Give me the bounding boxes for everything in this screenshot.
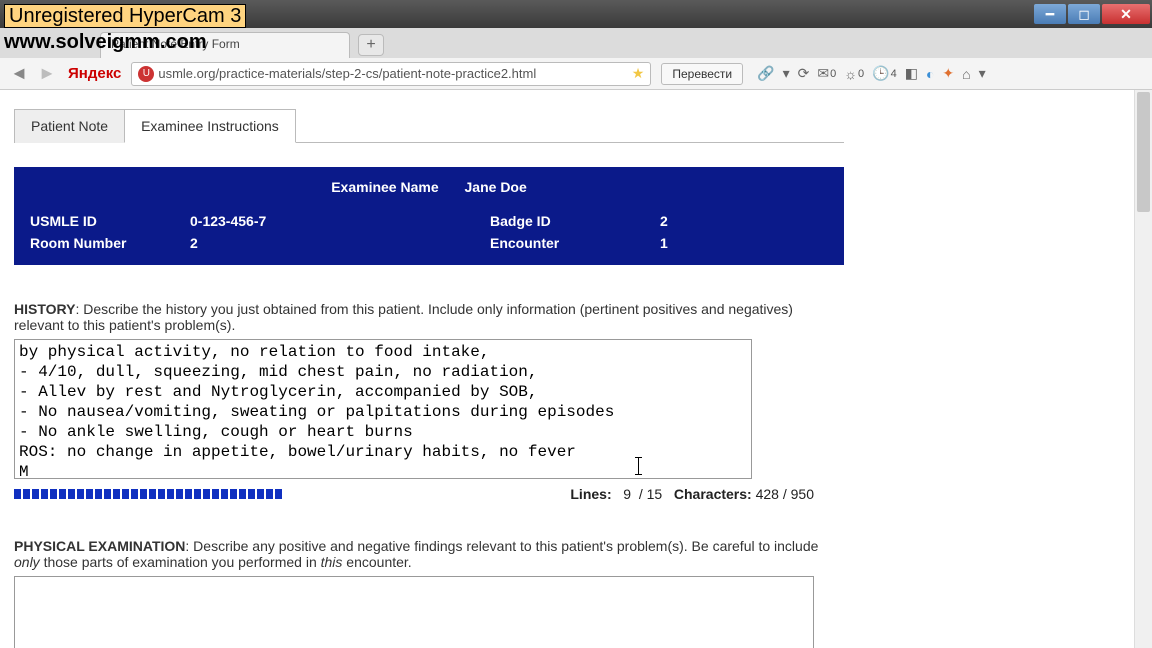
menu-dropdown-icon[interactable]: ▾ (979, 65, 986, 82)
link-icon[interactable]: 🔗 (757, 65, 774, 82)
history-desc: : Describe the history you just obtained… (14, 301, 793, 333)
physical-desc-a: : Describe any positive and negative fin… (185, 538, 818, 554)
browser-tab-strip: Patient Note Entry Form + (0, 28, 1152, 58)
chars-label: Characters: (674, 486, 752, 502)
address-bar-row: ◄ ► Яндекс U usmle.org/practice-material… (0, 58, 1152, 90)
badge-id-label: Badge ID (490, 213, 660, 229)
window-titlebar: ━ ◻ ✕ (0, 0, 1152, 28)
physical-desc-b: those parts of examination you performed… (40, 554, 321, 570)
physical-desc-only: only (14, 554, 40, 570)
page-content: Patient Note Examinee Instructions Exami… (0, 90, 1152, 648)
weather-icon[interactable]: ☼0 (844, 66, 864, 82)
physical-exam-section: PHYSICAL EXAMINATION: Describe any posit… (14, 538, 844, 648)
examinee-info-panel: Examinee Name Jane Doe USMLE ID 0-123-45… (14, 167, 844, 265)
physical-title: PHYSICAL EXAMINATION (14, 538, 185, 554)
physical-desc-this: this (321, 554, 343, 570)
extension-icon-1[interactable]: ◧ (905, 65, 918, 82)
extension-icon-2[interactable]: ◐ (926, 66, 934, 82)
window-close-button[interactable]: ✕ (1102, 4, 1150, 24)
physical-exam-textarea[interactable] (14, 576, 814, 648)
history-textarea[interactable] (14, 339, 752, 479)
yandex-logo[interactable]: Яндекс (68, 65, 121, 82)
browser-tab[interactable]: Patient Note Entry Form (100, 32, 350, 58)
examinee-name-label: Examinee Name (331, 179, 438, 195)
window-minimize-button[interactable]: ━ (1034, 4, 1066, 24)
new-tab-button[interactable]: + (358, 34, 384, 56)
examinee-name-value: Jane Doe (465, 179, 527, 195)
lines-label: Lines: (570, 486, 611, 502)
url-text: usmle.org/practice-materials/step-2-cs/p… (158, 66, 625, 81)
url-bar[interactable]: U usmle.org/practice-materials/step-2-cs… (131, 62, 651, 86)
dropdown-icon[interactable]: ▾ (783, 65, 790, 82)
tab-patient-note[interactable]: Patient Note (14, 109, 125, 143)
site-favicon: U (138, 66, 154, 82)
reload-icon[interactable]: ⟳ (798, 65, 810, 82)
extension-icon-3[interactable]: ✦ (942, 65, 954, 82)
toolbar-icons: 🔗 ▾ ⟳ ✉0 ☼0 🕒4 ◧ ◐ ✦ ⌂ ▾ (757, 65, 986, 82)
room-number-value: 2 (190, 235, 490, 251)
chars-value: 428 / 950 (756, 486, 814, 502)
clock-icon[interactable]: 🕒4 (872, 65, 897, 82)
page-scrollbar[interactable] (1134, 90, 1152, 648)
usmle-id-value: 0-123-456-7 (190, 213, 490, 229)
history-title: HISTORY (14, 301, 75, 317)
usmle-id-label: USMLE ID (30, 213, 190, 229)
forward-button[interactable]: ► (36, 63, 58, 85)
history-section: HISTORY: Describe the history you just o… (14, 301, 844, 502)
lines-current: 9 (623, 486, 631, 502)
translate-button[interactable]: Перевести (661, 63, 743, 85)
browser-tab-title: Patient Note Entry Form (111, 37, 240, 51)
window-maximize-button[interactable]: ◻ (1068, 4, 1100, 24)
scrollbar-thumb[interactable] (1137, 92, 1150, 212)
room-number-label: Room Number (30, 235, 190, 251)
tab-examinee-instructions[interactable]: Examinee Instructions (124, 109, 296, 143)
mail-icon[interactable]: ✉0 (817, 65, 836, 82)
text-cursor-icon (638, 457, 639, 475)
encounter-label: Encounter (490, 235, 660, 251)
home-icon[interactable]: ⌂ (962, 66, 970, 82)
app-tab-bar: Patient Note Examinee Instructions (14, 108, 844, 143)
physical-desc-c: encounter. (342, 554, 411, 570)
encounter-value: 1 (660, 235, 720, 251)
lines-sep: / 15 (639, 486, 662, 502)
bookmark-star-icon[interactable]: ★ (632, 65, 645, 82)
character-progress-bar (14, 489, 282, 499)
counters: Lines: 9 / 15 Characters: 428 / 950 (570, 486, 814, 502)
badge-id-value: 2 (660, 213, 720, 229)
back-button[interactable]: ◄ (8, 63, 30, 85)
